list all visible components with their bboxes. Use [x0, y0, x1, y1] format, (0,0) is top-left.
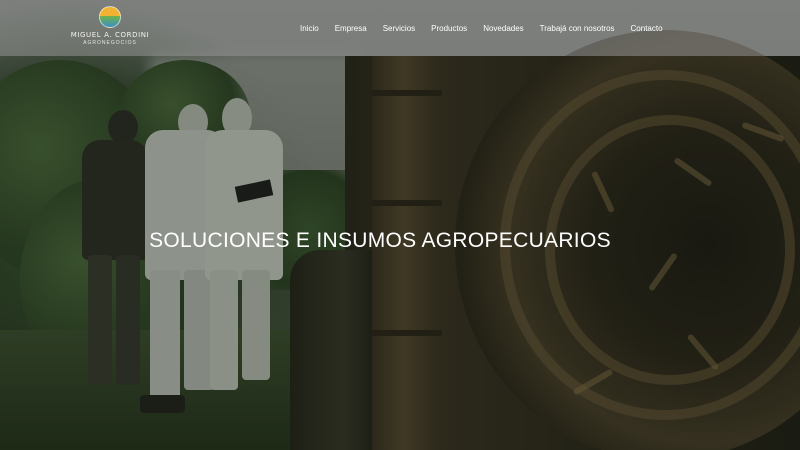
- nav-item-contacto[interactable]: Contacto: [631, 24, 663, 33]
- nav-item-empresa[interactable]: Empresa: [335, 24, 367, 33]
- nav-item-trabaja-con-nosotros[interactable]: Trabajá con nosotros: [540, 24, 615, 33]
- logo[interactable]: MIGUEL A. CORDINI AGRONEGOCIOS: [70, 6, 150, 50]
- nav-item-inicio[interactable]: Inicio: [300, 24, 319, 33]
- logo-icon: [99, 6, 121, 28]
- site-header: MIGUEL A. CORDINI AGRONEGOCIOS Inicio Em…: [0, 0, 800, 56]
- nav-item-novedades[interactable]: Novedades: [483, 24, 523, 33]
- hero-title: SOLUCIONES E INSUMOS AGROPECUARIOS: [149, 229, 611, 252]
- main-nav: Inicio Empresa Servicios Productos Noved…: [300, 0, 663, 56]
- hero-overlay: [0, 0, 800, 450]
- logo-name: MIGUEL A. CORDINI: [70, 31, 150, 39]
- nav-item-productos[interactable]: Productos: [431, 24, 467, 33]
- nav-item-servicios[interactable]: Servicios: [383, 24, 415, 33]
- logo-subtitle: AGRONEGOCIOS: [83, 40, 137, 46]
